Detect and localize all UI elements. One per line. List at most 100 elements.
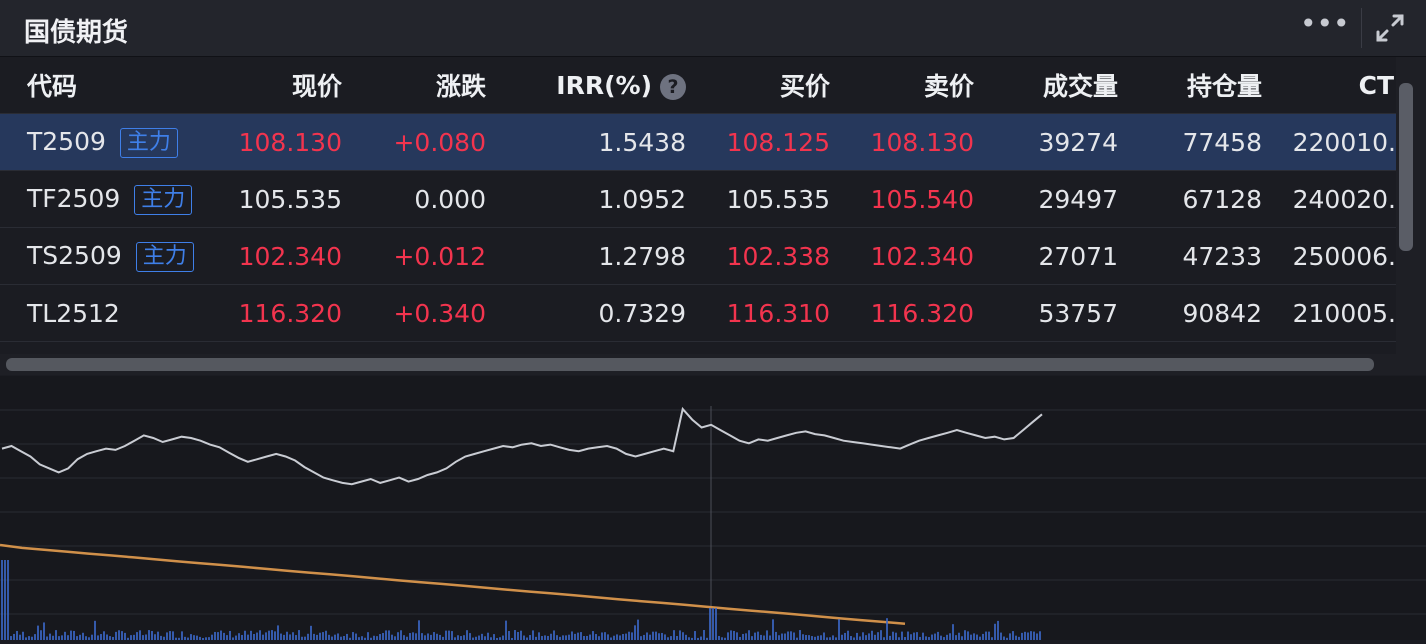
volume-bar: [259, 630, 261, 640]
cell-ask: 105.540: [838, 170, 982, 228]
volume-bar: [892, 631, 894, 640]
volume-bar: [874, 634, 876, 640]
cell-irr: 0.7329: [494, 284, 694, 342]
volume-bar: [799, 630, 801, 640]
table-row[interactable]: TF2509 主力 105.535 0.000 1.0952 105.535 10…: [0, 170, 1396, 228]
cell-code: TS2509 主力: [0, 227, 206, 285]
more-horizontal-icon[interactable]: •••: [1300, 4, 1350, 48]
volume-bar: [751, 636, 753, 640]
volume-bar: [427, 633, 429, 640]
col-header-volume[interactable]: 成交量: [982, 57, 1126, 114]
volume-bar: [334, 634, 336, 640]
volume-bar: [727, 632, 729, 640]
volume-bar: [676, 636, 678, 640]
volume-bar: [316, 634, 318, 640]
col-header-open-interest[interactable]: 持仓量: [1126, 57, 1270, 114]
volume-bar: [352, 632, 354, 640]
volume-bar: [292, 632, 294, 640]
volume-bar: [106, 634, 108, 640]
volume-bar: [868, 633, 870, 640]
cell-irr: 1.0952: [494, 170, 694, 228]
volume-bar: [832, 635, 834, 640]
volume-bar: [481, 633, 483, 640]
volume-bar: [412, 632, 414, 640]
volume-bar: [790, 631, 792, 640]
col-header-code[interactable]: 代码: [0, 57, 206, 114]
volume-bar: [628, 631, 630, 640]
volume-bar: [586, 635, 588, 640]
col-header-ask[interactable]: 卖价: [838, 57, 982, 114]
volume-bar: [286, 631, 288, 640]
cell-ask: 116.320: [838, 284, 982, 342]
col-header-price[interactable]: 现价: [206, 57, 350, 114]
volume-bar: [160, 635, 162, 640]
table-row[interactable]: TL2512 116.320 +0.340 0.7329 116.310 116…: [0, 284, 1396, 342]
volume-bar: [424, 635, 426, 640]
volume-bar: [190, 634, 192, 640]
volume-bar: [592, 631, 594, 640]
volume-bar: [844, 632, 846, 640]
volume-bar: [1036, 633, 1038, 640]
volume-bar: [244, 630, 246, 640]
volume-bar: [781, 633, 783, 640]
volume-bar: [463, 635, 465, 640]
col-header-irr[interactable]: IRR(%)?: [494, 57, 694, 114]
volume-bar: [973, 633, 975, 640]
volume-bar: [967, 631, 969, 640]
horizontal-scrollbar-thumb[interactable]: [6, 358, 1374, 371]
cell-code: TF2509 主力: [0, 170, 206, 228]
vertical-scrollbar[interactable]: [1396, 57, 1426, 375]
volume-bar: [229, 630, 231, 640]
average-price-line: [0, 543, 906, 626]
col-header-ct[interactable]: CT: [1270, 57, 1396, 114]
volume-bar: [1015, 635, 1017, 640]
volume-bar: [1033, 631, 1035, 640]
volume-bar: [769, 635, 771, 640]
help-icon[interactable]: ?: [660, 73, 686, 100]
volume-bar: [571, 631, 573, 640]
volume-bar: [880, 630, 882, 640]
volume-bar: [574, 633, 576, 640]
volume-bar: [793, 632, 795, 640]
table-row[interactable]: T2509 主力 108.130 +0.080 1.5438 108.125 10…: [0, 113, 1396, 171]
volume-bar: [733, 630, 735, 640]
volume-bar: [709, 608, 711, 640]
volume-bar: [115, 631, 117, 640]
volume-bar: [673, 630, 675, 640]
volume-bar: [886, 618, 888, 640]
horizontal-scrollbar[interactable]: [0, 354, 1396, 375]
volume-bar: [52, 635, 54, 640]
volume-bar: [985, 631, 987, 640]
volume-bar: [151, 631, 153, 640]
cell-open-interest: 67128: [1126, 170, 1270, 228]
volume-bar: [469, 633, 471, 640]
volume-bar: [415, 633, 417, 640]
volume-bar: [922, 632, 924, 640]
volume-bar: [76, 636, 78, 640]
panel-title: 国债期货: [24, 18, 129, 48]
volume-bar: [97, 635, 99, 640]
contract-code: TF2509: [27, 183, 121, 213]
volume-bar: [730, 630, 732, 640]
cell-ct: 250006.: [1270, 227, 1396, 285]
volume-bar: [400, 630, 402, 640]
volume-bar: [568, 634, 570, 640]
volume-bar: [457, 635, 459, 640]
table-row[interactable]: TS2509 主力 102.340 +0.012 1.2798 102.338 1…: [0, 227, 1396, 285]
col-header-change[interactable]: 涨跌: [350, 57, 494, 114]
volume-bar: [946, 634, 948, 640]
vertical-scrollbar-thumb[interactable]: [1399, 83, 1413, 251]
cell-change: 0.000: [350, 170, 494, 228]
volume-bar: [133, 634, 135, 640]
volume-bar: [694, 631, 696, 640]
col-header-bid[interactable]: 买价: [694, 57, 838, 114]
cell-price: 102.340: [206, 227, 350, 285]
volume-bar: [1021, 632, 1023, 640]
volume-bar: [856, 632, 858, 640]
panel-header: 国债期货 •••: [0, 0, 1426, 57]
expand-icon[interactable]: [1372, 10, 1408, 46]
volume-bar: [274, 631, 276, 640]
volume-bar: [784, 633, 786, 640]
main-contract-badge: 主力: [135, 241, 194, 272]
volume-bar: [1024, 631, 1026, 640]
